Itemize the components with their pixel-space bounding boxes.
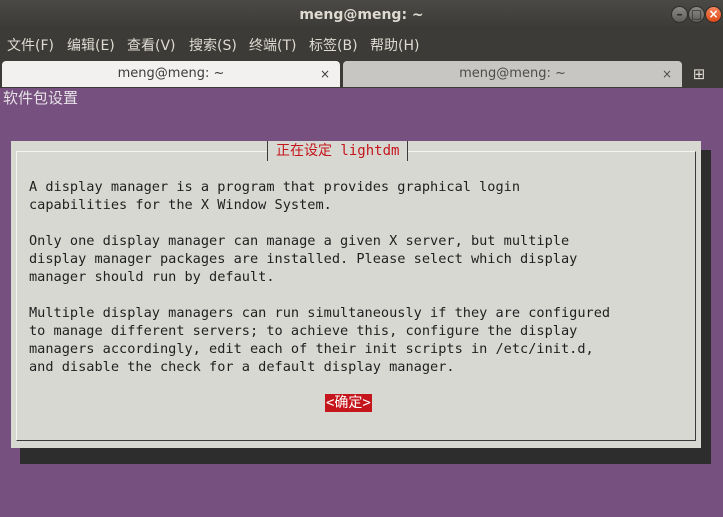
dialog-paragraph-2: Only one display manager can manage a gi…	[29, 233, 578, 285]
menu-edit[interactable]: 编辑(E)	[67, 30, 115, 60]
terminal-area[interactable]: 软件包设置 正在设定 lightdm A display manager is …	[0, 88, 723, 517]
tab-close-icon[interactable]: ×	[662, 61, 672, 87]
window-title: meng@meng: ~	[299, 7, 424, 23]
tab-close-icon[interactable]: ×	[320, 61, 330, 87]
menu-tabs[interactable]: 标签(B)	[309, 30, 358, 60]
maximize-icon[interactable]: □	[688, 6, 705, 23]
new-tab-icon[interactable]: ⊞	[686, 64, 712, 84]
package-config-title: 软件包设置	[3, 89, 79, 107]
dialog-paragraph-1: A display manager is a program that prov…	[29, 179, 521, 213]
menu-search[interactable]: 搜索(S)	[189, 30, 237, 60]
dialog-title: 正在设定 lightdm	[267, 141, 409, 161]
debconf-dialog: 正在设定 lightdm A display manager is a prog…	[11, 141, 701, 448]
tab-2[interactable]: meng@meng: ~ ×	[343, 61, 682, 87]
ok-button[interactable]: <确定>	[325, 394, 372, 412]
tab-label: meng@meng: ~	[459, 66, 566, 81]
window-titlebar[interactable]: meng@meng: ~ – □ ×	[0, 0, 723, 30]
menu-help[interactable]: 帮助(H)	[370, 30, 419, 60]
menu-terminal[interactable]: 终端(T)	[249, 30, 296, 60]
close-icon[interactable]: ×	[705, 6, 722, 23]
menu-bar: 文件(F) 编辑(E) 查看(V) 搜索(S) 终端(T) 标签(B) 帮助(H…	[0, 30, 723, 60]
tab-1[interactable]: meng@meng: ~ ×	[2, 61, 340, 87]
minimize-icon[interactable]: –	[671, 6, 688, 23]
tab-bar: meng@meng: ~ × meng@meng: ~ × ⊞	[0, 60, 723, 88]
menu-view[interactable]: 查看(V)	[127, 30, 176, 60]
tab-label: meng@meng: ~	[117, 66, 225, 81]
menu-file[interactable]: 文件(F)	[7, 30, 54, 60]
dialog-paragraph-3: Multiple display managers can run simult…	[29, 305, 611, 375]
